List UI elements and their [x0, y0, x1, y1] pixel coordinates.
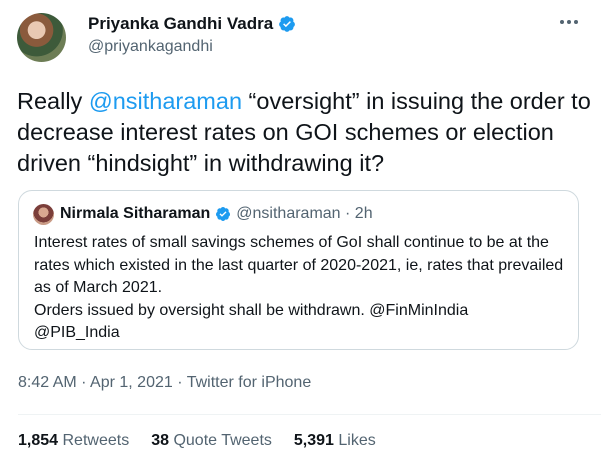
retweets-stat[interactable]: 1,854 Retweets — [18, 432, 129, 450]
author-name-row: Priyanka Gandhi Vadra — [88, 14, 296, 34]
author-avatar[interactable] — [17, 13, 66, 62]
quote-tweets-stat[interactable]: 38 Quote Tweets — [151, 432, 272, 450]
quoted-separator: · — [340, 205, 355, 222]
quoted-author-name: Nirmala Sitharaman — [60, 205, 211, 222]
tweet-timestamp-link[interactable]: 8:42 AM · Apr 1, 2021 — [18, 374, 173, 391]
more-options-icon[interactable] — [560, 14, 584, 30]
quoted-text-line2: Orders issued by oversight shall be with… — [34, 301, 469, 342]
author-name[interactable]: Priyanka Gandhi Vadra — [88, 14, 273, 34]
quoted-author-avatar — [33, 204, 54, 225]
quoted-mention-pib[interactable]: @PIB_India — [34, 324, 120, 341]
verified-badge-icon — [279, 16, 296, 32]
divider — [18, 414, 601, 415]
quoted-author-handle: @nsitharaman — [236, 205, 341, 222]
quoted-mention-finminindia[interactable]: @FinMinIndia — [369, 302, 468, 319]
quoted-tweet-header: Nirmala Sitharaman @nsitharaman · 2h — [60, 205, 373, 223]
quoted-timestamp: 2h — [354, 205, 373, 222]
tweet-stats: 1,854 Retweets 38 Quote Tweets 5,391 Lik… — [18, 432, 398, 450]
tweet-mention-link[interactable]: @nsitharaman — [89, 88, 242, 114]
quoted-text-line1: Interest rates of small savings schemes … — [34, 234, 564, 296]
tweet-source-link[interactable]: Twitter for iPhone — [187, 374, 312, 391]
verified-badge-icon — [216, 207, 231, 221]
tweet-text: Really @nsitharaman “oversight” in issui… — [17, 88, 591, 176]
author-handle[interactable]: @priyankagandhi — [88, 38, 213, 56]
tweet-meta: 8:42 AM · Apr 1, 2021 · Twitter for iPho… — [18, 374, 312, 391]
quoted-tweet-text: Interest rates of small savings schemes … — [34, 232, 569, 345]
quoted-tweet-card[interactable]: Nirmala Sitharaman @nsitharaman · 2h Int… — [18, 190, 579, 350]
likes-stat[interactable]: 5,391 Likes — [294, 432, 376, 450]
